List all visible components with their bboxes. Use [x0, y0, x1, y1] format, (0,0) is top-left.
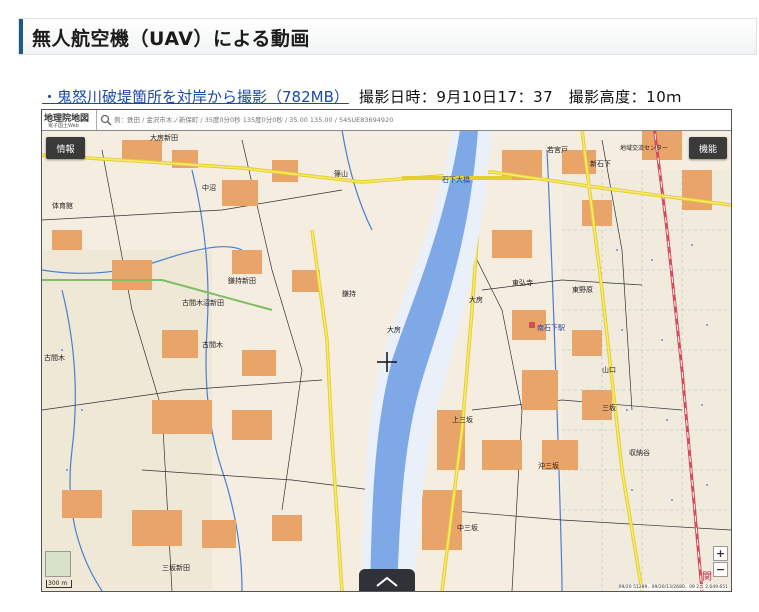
- map-label-higashinohara: 東野原: [572, 285, 593, 294]
- overview-map-thumbnail[interactable]: [45, 551, 71, 577]
- chevron-up-icon: [376, 576, 398, 587]
- map-search-input[interactable]: [114, 112, 724, 128]
- map-label-kamamochi-shinden: 鎌持新田: [228, 276, 256, 285]
- map-brand-logo[interactable]: 地理院地図 電子国土Web: [42, 110, 97, 130]
- map-label-gym: 体育館: [52, 201, 73, 210]
- map-label-shin-ishige: 新石下: [590, 159, 611, 168]
- map-label-shuno-ya: 収納谷: [629, 448, 650, 457]
- search-icon[interactable]: [100, 114, 112, 126]
- map-label-ofusa: 大房: [469, 295, 483, 304]
- video-meta: 撮影日時：9月10日17：37 撮影高度：10ｍ: [358, 88, 682, 106]
- section-heading: 無人航空機（UAV）による動画: [18, 18, 757, 55]
- page-title: 無人航空機（UAV）による動画: [32, 28, 310, 50]
- map-label-misaka: 三坂: [602, 403, 616, 412]
- coordinate-readout: 09/20 51289.. 09/20/13/2680.. 09 2ニ 2,64…: [618, 584, 728, 590]
- map-label-kami-misaka: 上三坂: [452, 415, 473, 424]
- info-button[interactable]: 情報: [46, 137, 85, 159]
- map-label-wakamiyado: 若宮戸: [547, 145, 568, 154]
- map-label-naka-misaka: 中三坂: [457, 523, 478, 532]
- map-label-minami-ishige-station: 南石下駅: [537, 323, 565, 332]
- map-label-shinoyama: 篠山: [334, 169, 348, 178]
- zoom-out-button[interactable]: −: [713, 562, 728, 577]
- map-label-ofusa-shinden: 大房新田: [150, 133, 178, 142]
- map-label-misaka-shinden: 三坂新田: [162, 563, 190, 572]
- map-label-yamaguchi: 山口: [602, 365, 616, 374]
- map-label-komagi: 古間木: [202, 340, 223, 349]
- map-canvas[interactable]: 大房新田 中沼 体育館 篠山 石下大橋 若宮戸 新石下 地域交流センター 鎌持新…: [42, 110, 731, 591]
- map-viewer[interactable]: 大房新田 中沼 体育館 篠山 石下大橋 若宮戸 新石下 地域交流センター 鎌持新…: [41, 109, 732, 592]
- scale-label: 300 m: [48, 580, 68, 587]
- map-label-kamamochi: 鎌持: [342, 289, 356, 298]
- function-button[interactable]: 機能: [689, 137, 727, 159]
- expand-panel-button[interactable]: [359, 569, 415, 591]
- video-entry: ・鬼怒川破堤箇所を対岸から撮影（782MB） 撮影日時：9月10日17：37 撮影…: [42, 86, 682, 107]
- map-label-ofusa-west: 大房: [387, 325, 401, 334]
- map-brand-subtitle: 電子国土Web: [48, 123, 79, 129]
- map-label-oki-misaka: 沖三坂: [538, 461, 559, 470]
- zoom-in-button[interactable]: +: [713, 546, 728, 561]
- map-label-komagi-west: 古間木: [44, 353, 65, 362]
- map-toolbar: 地理院地図 電子国土Web: [42, 110, 731, 131]
- map-label-nakanuma: 中沼: [202, 183, 216, 192]
- map-label-komagi-numa-shinden: 古間木沼新田: [182, 298, 224, 307]
- video-link[interactable]: ・鬼怒川破堤箇所を対岸から撮影（782MB）: [42, 88, 349, 106]
- heading-accent: [19, 19, 23, 54]
- crosshair-icon: [377, 352, 397, 372]
- map-label-community-center: 地域交流センター: [620, 144, 668, 152]
- map-label-kan: 関: [702, 571, 712, 583]
- map-label-tokoji: 東弘寺: [512, 278, 533, 287]
- map-label-ishige-bridge: 石下大橋: [442, 175, 470, 184]
